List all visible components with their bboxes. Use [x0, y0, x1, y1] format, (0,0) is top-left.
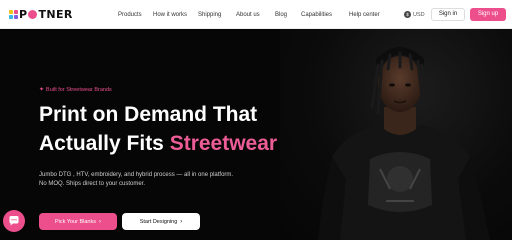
brand-logo[interactable]: P TNER [9, 7, 73, 21]
chevron-right-icon: › [180, 218, 183, 225]
signup-button[interactable]: Sign up [470, 8, 506, 21]
headline-accent: Streetwear [169, 132, 278, 155]
hero-badge: ✦ Built for Streetwear Brands [39, 86, 112, 94]
chat-bubble-icon [9, 216, 19, 226]
nav-link-capabilities[interactable]: Capabilities [301, 12, 349, 18]
hero-section: ✦ Built for Streetwear Brands Print on D… [0, 29, 512, 240]
nav-link-products[interactable]: Products [118, 12, 153, 18]
hero-subtext: Jumbo DTG , HTV, embroidery, and hybrid … [39, 171, 289, 189]
top-navigation: P TNER Products How it works Shipping Abo… [0, 0, 512, 29]
nav-link-blog[interactable]: Blog [275, 12, 301, 18]
pick-your-blanks-label: Pick Your Blanks [55, 218, 96, 225]
start-designing-label: Start Designing [139, 218, 178, 225]
currency-label: USD [413, 11, 425, 18]
badge-label: Built for Streetwear Brands [46, 86, 112, 93]
logo-mark-icon [9, 9, 18, 19]
signin-button[interactable]: Sign in [431, 8, 465, 21]
chat-widget-button[interactable] [3, 210, 25, 232]
sparkle-icon: ✦ [39, 87, 45, 93]
pick-your-blanks-button[interactable]: Pick Your Blanks › [39, 213, 117, 230]
nav-link-shipping[interactable]: Shipping [198, 12, 236, 18]
currency-selector[interactable]: $ USD [404, 10, 425, 19]
model-photo [318, 47, 490, 240]
subtext-line-1: Jumbo DTG , HTV, embroidery, and hybrid … [39, 172, 234, 178]
hero-headline: Print on Demand That Actually Fits Stree… [39, 100, 309, 158]
nav-links: Products How it works Shipping About us … [118, 0, 380, 29]
subtext-line-2: No MOQ. Ships direct to your customer. [39, 181, 146, 187]
chevron-right-icon: › [98, 218, 101, 225]
currency-icon: $ [404, 11, 411, 18]
nav-link-how-it-works[interactable]: How it works [153, 12, 198, 18]
nav-link-help-center[interactable]: Help center [349, 12, 380, 18]
headline-line-2: Actually Fits Streetwear [39, 129, 309, 158]
logo-text: P TNER [19, 7, 73, 21]
start-designing-button[interactable]: Start Designing › [122, 213, 200, 230]
headline-line-1: Print on Demand That [39, 103, 258, 126]
headline-line-2-text: Actually Fits [39, 132, 170, 155]
nav-link-about-us[interactable]: About us [236, 12, 275, 18]
logo-o-icon [28, 10, 38, 19]
